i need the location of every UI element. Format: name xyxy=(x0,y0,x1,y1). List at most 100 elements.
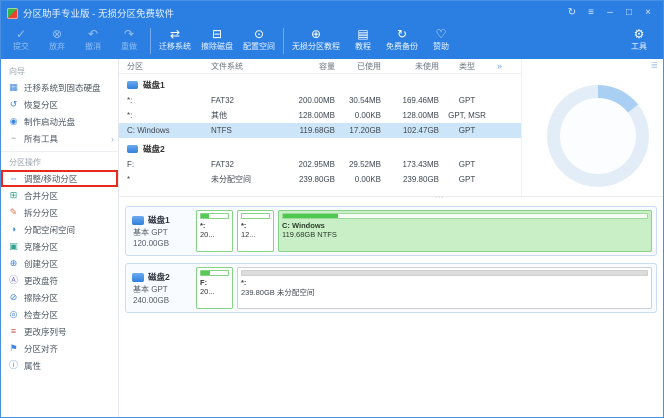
partition-tutorial-button[interactable]: ⊕ 无损分区教程 xyxy=(287,26,345,53)
table-row[interactable]: F: FAT32 202.95MB 29.52MB 173.43MB GPT xyxy=(119,157,521,172)
cell-filesystem: FAT32 xyxy=(211,160,277,169)
change-drive-letter-icon: Ⓐ xyxy=(8,275,19,286)
sidebar-item-resize-move-partition[interactable]: ⇔ 调整/移动分区 xyxy=(1,170,118,187)
sidebar-item-change-serial-number[interactable]: ≡ 更改序列号 xyxy=(1,323,118,340)
cell-partition: *: xyxy=(119,96,211,105)
properties-info-icon: ⓘ xyxy=(8,360,19,371)
cell-type: GPT xyxy=(439,175,495,184)
partition-alignment-flag-icon: ⚑ xyxy=(8,343,19,354)
block-size: 12... xyxy=(241,230,270,239)
disk1-group-header[interactable]: 磁盘1 xyxy=(119,76,521,93)
partition-block-unallocated[interactable]: *: 239.80GB 未分配空间 xyxy=(237,267,652,309)
sidebar-item-merge-partitions[interactable]: ⊞ 合并分区 xyxy=(1,187,118,204)
cell-used: 0.00KB xyxy=(335,175,381,184)
menu-icon[interactable]: ≡ xyxy=(582,5,600,21)
table-row[interactable]: * 未分配空间 239.80GB 0.00KB 239.80GB GPT xyxy=(119,172,521,187)
disk-group-label: 磁盘2 xyxy=(143,143,165,155)
app-window: 分区助手专业版 - 无损分区免费软件 ↻ ≡ – □ × ✓ 提交 ⊗ 放弃 ↶… xyxy=(0,0,664,418)
col-unused[interactable]: 未使用 xyxy=(381,61,439,72)
disk-icon xyxy=(127,145,138,153)
more-columns-icon[interactable]: » xyxy=(495,61,521,71)
partition-block-esp[interactable]: *: 20... xyxy=(196,210,233,252)
cell-capacity: 119.68GB xyxy=(277,126,335,135)
table-row[interactable]: *: FAT32 200.00MB 30.54MB 169.46MB GPT xyxy=(119,93,521,108)
maximize-icon[interactable]: □ xyxy=(620,5,638,21)
commit-label: 提交 xyxy=(13,42,29,52)
redo-button[interactable]: ↷ 重做 xyxy=(111,26,147,53)
cell-filesystem: 其他 xyxy=(211,110,277,121)
disk-icon xyxy=(127,81,138,89)
sidebar-item-wipe-partition[interactable]: ⊘ 擦除分区 xyxy=(1,289,118,306)
sidebar-item-label: 所有工具 xyxy=(24,133,58,145)
col-type[interactable]: 类型 xyxy=(439,61,495,72)
allocate-space-clock-icon: ⊙ xyxy=(254,27,264,42)
discard-button[interactable]: ⊗ 放弃 xyxy=(39,26,75,53)
col-filesystem[interactable]: 文件系统 xyxy=(211,61,277,72)
sidebar: 向导 ▦ 迁移系统到固态硬盘 ↺ 恢复分区 ◉ 制作启动光盘 − 所有工具 › … xyxy=(1,59,119,417)
disk-icon xyxy=(132,216,144,225)
sidebar-item-bootable-media[interactable]: ◉ 制作启动光盘 xyxy=(1,113,118,130)
sidebar-item-label: 恢复分区 xyxy=(24,99,58,111)
tools-label: 工具 xyxy=(631,42,647,52)
splitter-handle[interactable]: ⋯ xyxy=(435,192,445,203)
refresh-icon[interactable]: ↻ xyxy=(563,5,581,21)
partition-block-c-windows[interactable]: C: Windows 119.68GB NTFS xyxy=(278,210,652,252)
tutorial-label: 教程 xyxy=(355,42,371,52)
sidebar-item-partition-alignment[interactable]: ⚑ 分区对齐 xyxy=(1,340,118,357)
sidebar-item-label: 合并分区 xyxy=(24,190,58,202)
sidebar-item-migrate-to-ssd[interactable]: ▦ 迁移系统到固态硬盘 xyxy=(1,79,118,96)
block-size: 20... xyxy=(200,287,229,296)
sidebar-item-recover-partition[interactable]: ↺ 恢复分区 xyxy=(1,96,118,113)
usage-bar xyxy=(200,213,229,219)
disk2-group-header[interactable]: 磁盘2 xyxy=(119,140,521,157)
commit-button[interactable]: ✓ 提交 xyxy=(3,26,39,53)
disk-style: 基本 GPT xyxy=(132,227,192,238)
close-icon[interactable]: × xyxy=(639,5,657,21)
block-size: 239.80GB 未分配空间 xyxy=(241,287,648,298)
sidebar-item-label: 创建分区 xyxy=(24,258,58,270)
partition-block-msr[interactable]: *: 12... xyxy=(237,210,274,252)
sidebar-item-all-tools[interactable]: − 所有工具 › xyxy=(1,130,118,147)
table-row[interactable]: *: 其他 128.00MB 0.00KB 128.00MB GPT, MSR xyxy=(119,108,521,123)
commit-check-icon: ✓ xyxy=(16,27,26,42)
disk-style: 基本 GPT xyxy=(132,284,192,295)
merge-partitions-icon: ⊞ xyxy=(8,190,19,201)
block-label: F: xyxy=(200,278,229,287)
clone-partition-icon: ▣ xyxy=(8,241,19,252)
sidebar-item-label: 检查分区 xyxy=(24,309,58,321)
sidebar-item-properties[interactable]: ⓘ 属性 xyxy=(1,357,118,374)
donate-button[interactable]: ♡ 赞助 xyxy=(423,26,459,53)
allocate-space-button[interactable]: ⊙ 配置空间 xyxy=(238,26,280,53)
sidebar-item-label: 更改序列号 xyxy=(24,326,67,338)
col-partition[interactable]: 分区 xyxy=(119,61,211,72)
sidebar-item-create-partition[interactable]: ⊕ 创建分区 xyxy=(1,255,118,272)
main-area: 向导 ▦ 迁移系统到固态硬盘 ↺ 恢复分区 ◉ 制作启动光盘 − 所有工具 › … xyxy=(1,59,663,417)
disk-size: 240.00GB xyxy=(132,296,192,305)
migrate-os-button[interactable]: ⇄ 迁移系统 xyxy=(154,26,196,53)
sidebar-item-split-partition[interactable]: ✎ 拆分分区 xyxy=(1,204,118,221)
minimize-icon[interactable]: – xyxy=(601,5,619,21)
cell-used: 29.52MB xyxy=(335,160,381,169)
tutorial-button[interactable]: ▤ 教程 xyxy=(345,26,381,53)
undo-button[interactable]: ↶ 撤消 xyxy=(75,26,111,53)
partition-table: 分区 文件系统 容量 已使用 未使用 类型 » 磁盘1 *: FAT xyxy=(119,59,521,196)
cell-unused: 173.43MB xyxy=(381,160,439,169)
sidebar-item-allocate-free-space[interactable]: ◑ 分配空闲空间 xyxy=(1,221,118,238)
sidebar-item-change-drive-letter[interactable]: Ⓐ 更改盘符 xyxy=(1,272,118,289)
col-used[interactable]: 已使用 xyxy=(335,61,381,72)
allocate-free-space-icon: ◑ xyxy=(8,224,19,235)
usage-donut-chart xyxy=(547,85,649,187)
tools-button[interactable]: ⚙ 工具 xyxy=(621,26,657,53)
partition-block-f[interactable]: F: 20... xyxy=(196,267,233,309)
sidebar-item-clone-partition[interactable]: ▣ 克隆分区 xyxy=(1,238,118,255)
table-row-selected[interactable]: C: Windows NTFS 119.68GB 17.20GB 102.47G… xyxy=(119,123,521,138)
free-backup-button[interactable]: ↻ 免费备份 xyxy=(381,26,423,53)
free-backup-label: 免费备份 xyxy=(386,42,418,52)
cell-used: 30.54MB xyxy=(335,96,381,105)
wipe-disk-button[interactable]: ⊟ 擦除磁盘 xyxy=(196,26,238,53)
migrate-os-label: 迁移系统 xyxy=(159,42,191,52)
sidebar-item-label: 属性 xyxy=(24,360,41,372)
col-capacity[interactable]: 容量 xyxy=(277,61,335,72)
sidebar-item-check-partition[interactable]: ◎ 检查分区 xyxy=(1,306,118,323)
view-options-icon[interactable]: ≣ xyxy=(650,60,658,71)
